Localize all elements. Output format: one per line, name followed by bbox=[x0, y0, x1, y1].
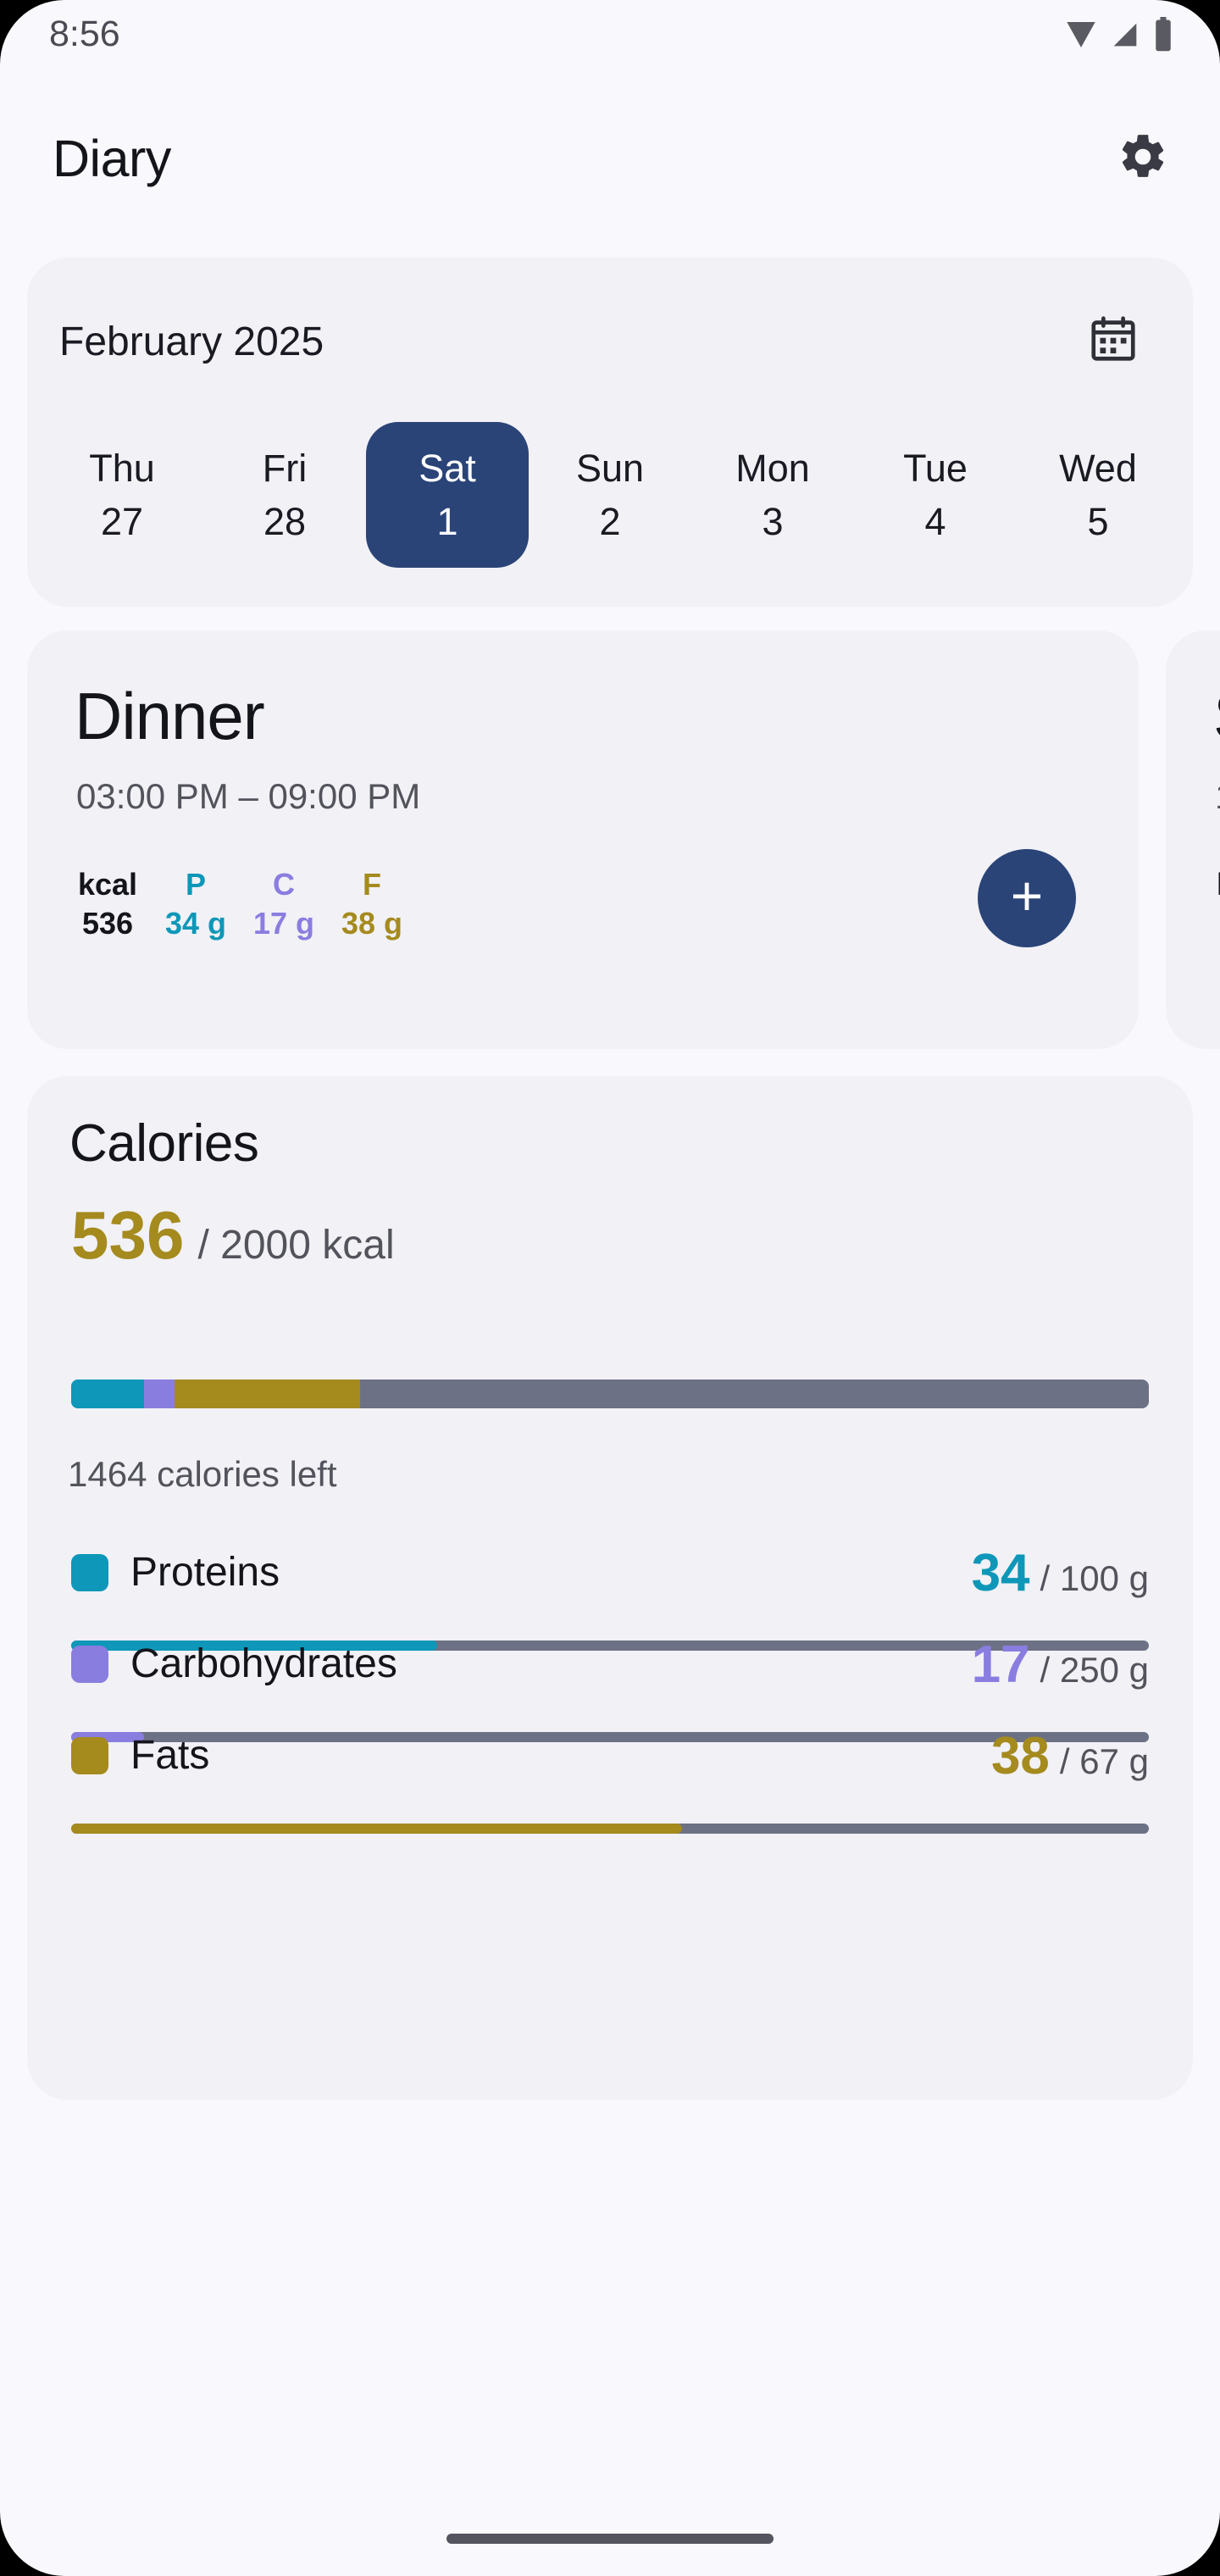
macro-label: F bbox=[363, 867, 381, 902]
day-of-week-label: Fri bbox=[262, 447, 308, 490]
macro-label: P bbox=[185, 867, 206, 902]
meal-title: Dinner bbox=[75, 679, 265, 753]
meal-cards-row[interactable]: Dinner 03:00 PM – 09:00 PM kcal 536 P 34 g C 17… bbox=[27, 630, 1220, 1049]
wifi-icon bbox=[1064, 18, 1098, 56]
calendar-icon bbox=[1087, 313, 1140, 369]
day-cell-thu-27[interactable]: Thu 27 bbox=[41, 422, 203, 568]
app-screen: 8:56 Diary February 2025 Thu 27 Fri 28 S… bbox=[0, 0, 1220, 2576]
day-of-week-label: Sun bbox=[575, 447, 645, 490]
day-number-label: 1 bbox=[436, 500, 458, 543]
macro-value: 34 g bbox=[164, 906, 227, 941]
page-title: Diary bbox=[53, 130, 171, 187]
day-of-week-label: Wed bbox=[1059, 447, 1137, 490]
day-cell-tue-4[interactable]: Tue 4 bbox=[854, 422, 1017, 568]
macro-value: 38 g bbox=[341, 906, 403, 941]
macro-current-value: 38 bbox=[990, 1727, 1050, 1785]
macro-progress-track bbox=[71, 1824, 1149, 1834]
calendar-month-label: February 2025 bbox=[59, 319, 324, 364]
macro-amount: 38/ 67 g bbox=[991, 1730, 1149, 1783]
calories-readout: 536 / 2000 kcal bbox=[71, 1202, 395, 1269]
calories-current-value: 536 bbox=[71, 1197, 185, 1273]
plus-icon: + bbox=[1010, 864, 1044, 927]
meal-time-range: 12:00 AM – 11:59 PM bbox=[1215, 776, 1220, 817]
status-icons bbox=[1064, 16, 1174, 57]
cellular-signal-icon bbox=[1108, 18, 1142, 56]
meal-title: Snacks bbox=[1213, 683, 1220, 749]
day-number-label: 2 bbox=[599, 500, 621, 543]
macro-goal-value: / 67 g bbox=[1059, 1741, 1149, 1781]
calendar-picker-button[interactable] bbox=[1083, 310, 1144, 371]
macro-amount: 17/ 250 g bbox=[972, 1639, 1149, 1691]
day-number-label: 28 bbox=[263, 500, 307, 543]
macro-progress-fill bbox=[71, 1824, 683, 1834]
status-bar: 8:56 bbox=[0, 0, 1220, 102]
calendar-card: February 2025 Thu 27 Fri 28 Sat 1 Sun 2 … bbox=[27, 258, 1193, 607]
day-cell-mon-3[interactable]: Mon 3 bbox=[691, 422, 854, 568]
app-bar: Diary bbox=[0, 110, 1220, 212]
gear-icon bbox=[1117, 130, 1169, 187]
macro-p: P 34 g bbox=[163, 869, 229, 939]
day-of-week-label: Sat bbox=[419, 447, 476, 490]
day-number-label: 27 bbox=[100, 500, 144, 543]
add-food-button[interactable]: + bbox=[978, 849, 1076, 947]
calories-segment-proteins bbox=[71, 1380, 145, 1408]
day-cell-sat-1[interactable]: Sat 1 bbox=[366, 422, 529, 568]
calories-segment-carbohydrates bbox=[144, 1380, 175, 1408]
macro-goal-value: / 250 g bbox=[1040, 1650, 1149, 1690]
meal-card-dinner[interactable]: Dinner 03:00 PM – 09:00 PM kcal 536 P 34 g C 17… bbox=[27, 630, 1139, 1049]
macro-c: C 17 g bbox=[251, 869, 317, 939]
meal-card-snacks[interactable]: Snacks 12:00 AM – 11:59 PM kcal0P0 gC0 gF0… bbox=[1166, 630, 1220, 1049]
phone-frame: 8:56 Diary February 2025 Thu 27 Fri 28 S… bbox=[0, 0, 1220, 2576]
status-time: 8:56 bbox=[49, 14, 120, 54]
calories-remaining-label: 1464 calories left bbox=[68, 1454, 337, 1494]
macro-kcal: kcal 536 bbox=[75, 869, 141, 939]
macro-name-label: Carbohydrates bbox=[130, 1641, 397, 1686]
day-of-week-label: Thu bbox=[89, 447, 155, 490]
day-cell-fri-28[interactable]: Fri 28 bbox=[203, 422, 366, 568]
day-number-label: 3 bbox=[762, 500, 784, 543]
macro-f: F 38 g bbox=[339, 869, 405, 939]
battery-icon bbox=[1152, 16, 1174, 57]
gesture-nav-bar[interactable] bbox=[446, 2534, 774, 2544]
day-of-week-label: Tue bbox=[903, 447, 968, 490]
macro-label: kcal bbox=[77, 867, 138, 902]
macro-color-swatch bbox=[71, 1737, 108, 1774]
macro-color-swatch bbox=[71, 1554, 108, 1591]
macro-goal-value: / 100 g bbox=[1040, 1558, 1149, 1598]
macro-label: kcal bbox=[1217, 869, 1220, 900]
macro-value: 17 g bbox=[252, 906, 315, 941]
calories-segment-fats bbox=[175, 1380, 360, 1408]
macro-value: 536 bbox=[81, 906, 134, 941]
calories-goal-value: / 2000 kcal bbox=[197, 1223, 395, 1268]
meal-time-range: 03:00 PM – 09:00 PM bbox=[76, 776, 421, 816]
meal-macro-summary: kcal0P0 gC0 gF0 g bbox=[1213, 869, 1220, 939]
day-cell-wed-5[interactable]: Wed 5 bbox=[1017, 422, 1179, 568]
macro-row-fats: Fats 38/ 67 g bbox=[71, 1725, 1149, 1869]
calories-title: Calories bbox=[69, 1114, 259, 1173]
day-of-week-label: Mon bbox=[735, 447, 810, 490]
macro-color-swatch bbox=[71, 1646, 108, 1683]
macro-name-label: Proteins bbox=[130, 1550, 280, 1595]
macro-current-value: 34 bbox=[971, 1544, 1030, 1602]
day-number-label: 4 bbox=[924, 500, 946, 543]
macro-current-value: 17 bbox=[971, 1635, 1030, 1694]
settings-button[interactable] bbox=[1115, 130, 1171, 186]
calories-progress-bar bbox=[71, 1380, 1149, 1408]
macro-label: C bbox=[273, 867, 295, 902]
meal-macro-summary: kcal 536 P 34 g C 17 g F 38 g bbox=[75, 869, 405, 939]
macro-name-label: Fats bbox=[130, 1733, 210, 1778]
macro-kcal: kcal0 bbox=[1213, 869, 1220, 939]
macro-amount: 34/ 100 g bbox=[972, 1547, 1149, 1600]
day-cell-sun-2[interactable]: Sun 2 bbox=[529, 422, 691, 568]
day-strip: Thu 27 Fri 28 Sat 1 Sun 2 Mon 3 Tue 4 Wed 5 bbox=[41, 422, 1179, 568]
day-number-label: 5 bbox=[1087, 500, 1109, 543]
